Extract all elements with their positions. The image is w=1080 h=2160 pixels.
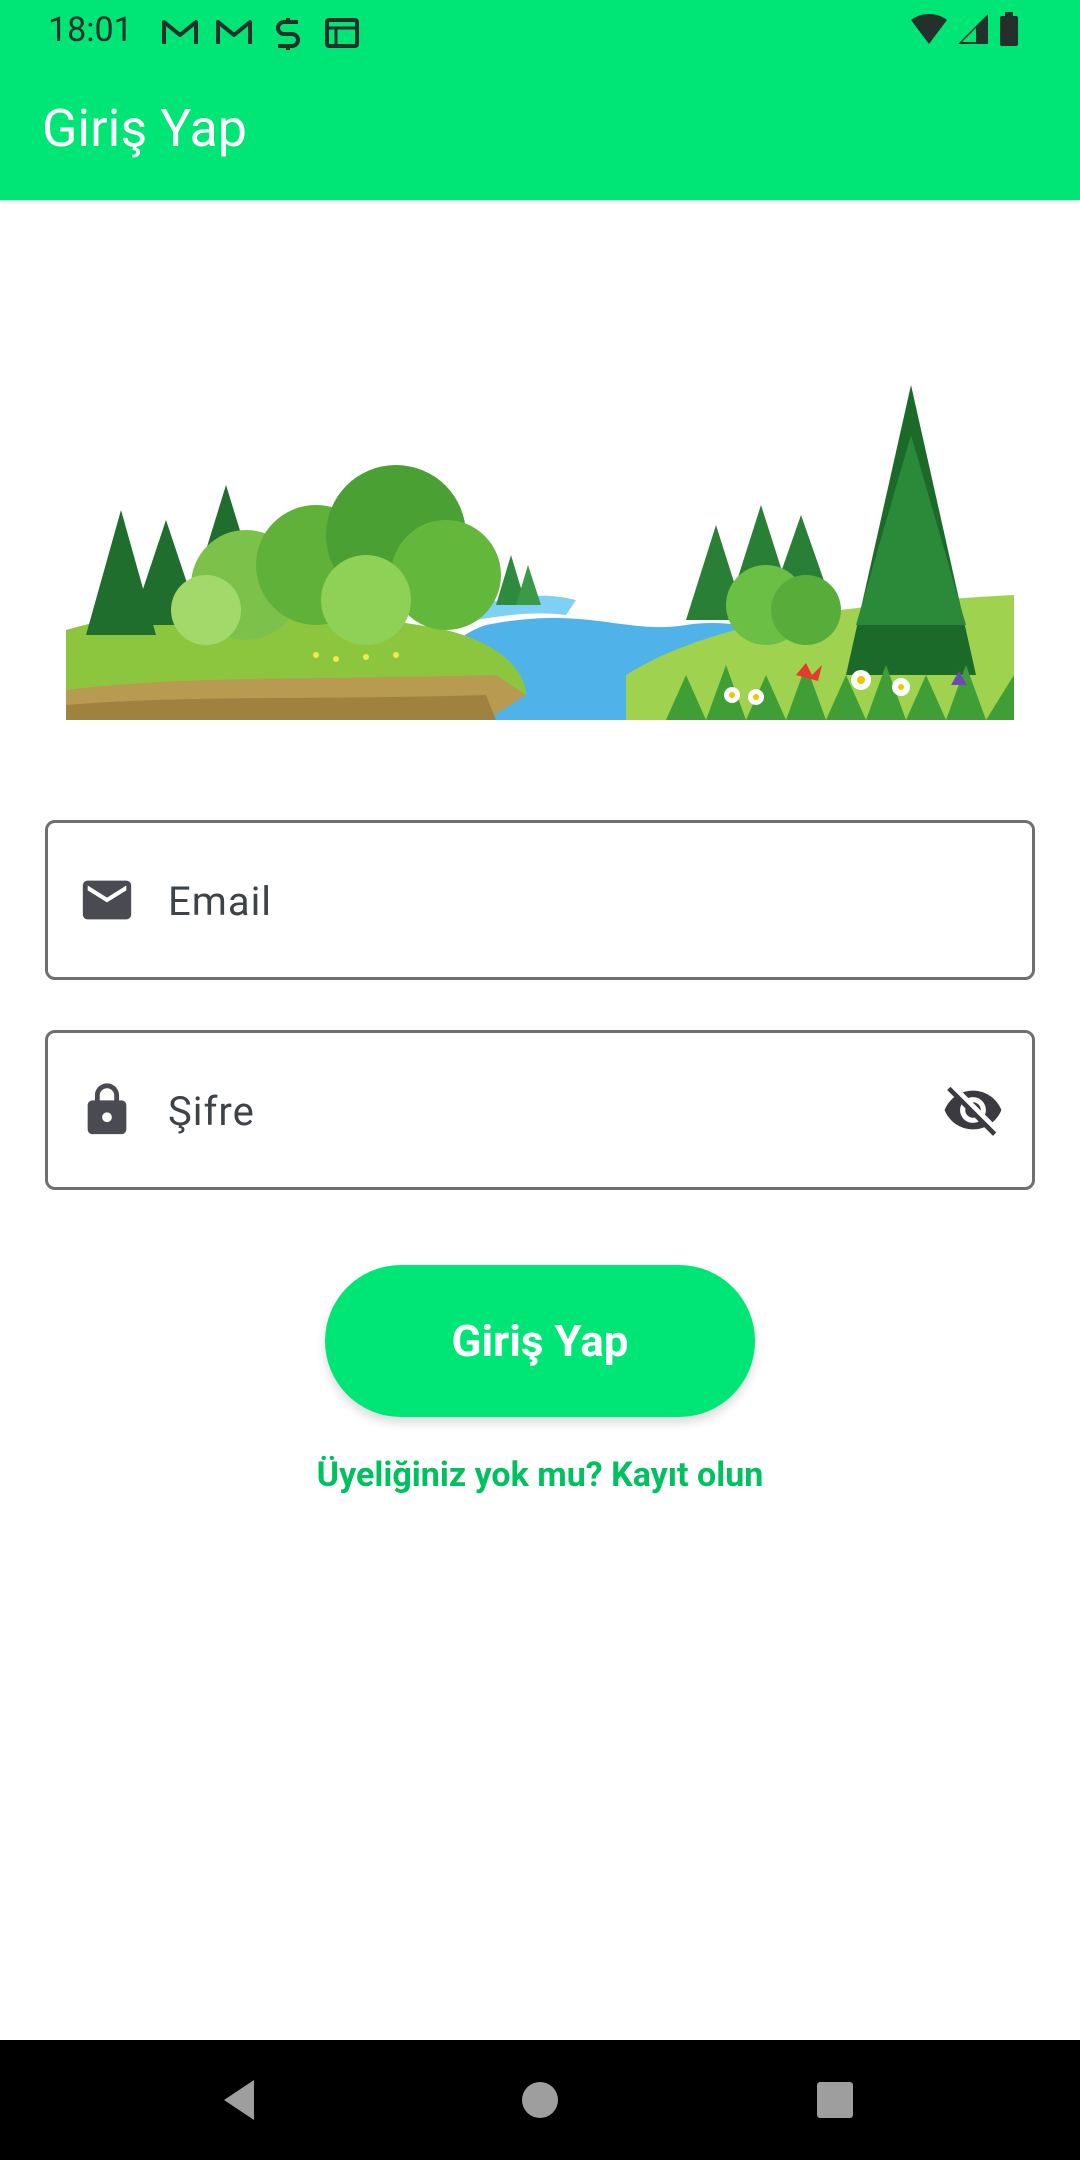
wifi-icon [911, 14, 947, 44]
password-field[interactable] [45, 1030, 1035, 1190]
login-button[interactable]: Giriş Yap [325, 1265, 755, 1417]
gmail-icon [216, 20, 252, 44]
status-bar: 18:01 [0, 0, 1080, 62]
home-icon[interactable] [510, 2070, 570, 2130]
battery-icon [1000, 12, 1018, 46]
email-input[interactable] [168, 863, 928, 939]
password-input[interactable] [168, 1073, 928, 1149]
status-time: 18:01 [48, 10, 133, 50]
signup-link[interactable]: Üyeliğiniz yok mu? Kayıt olun [0, 1455, 1080, 1495]
sync-icon [276, 18, 300, 50]
cell-signal-icon [958, 14, 988, 44]
page-title: Giriş Yap [42, 98, 247, 159]
lock-icon [87, 1083, 127, 1135]
landscape-illustration [66, 385, 1014, 720]
mail-icon [82, 880, 132, 920]
eye-off-icon[interactable] [942, 1079, 1004, 1141]
app-bar: Giriş Yap [0, 62, 1080, 200]
system-icons [910, 12, 1020, 46]
navigation-bar [0, 2040, 1080, 2160]
notification-icons [160, 14, 362, 50]
gmail-icon [162, 20, 198, 44]
back-icon[interactable] [210, 2070, 270, 2130]
recents-icon[interactable] [805, 2070, 865, 2130]
calendar-icon [325, 18, 359, 48]
email-field[interactable] [45, 820, 1035, 980]
